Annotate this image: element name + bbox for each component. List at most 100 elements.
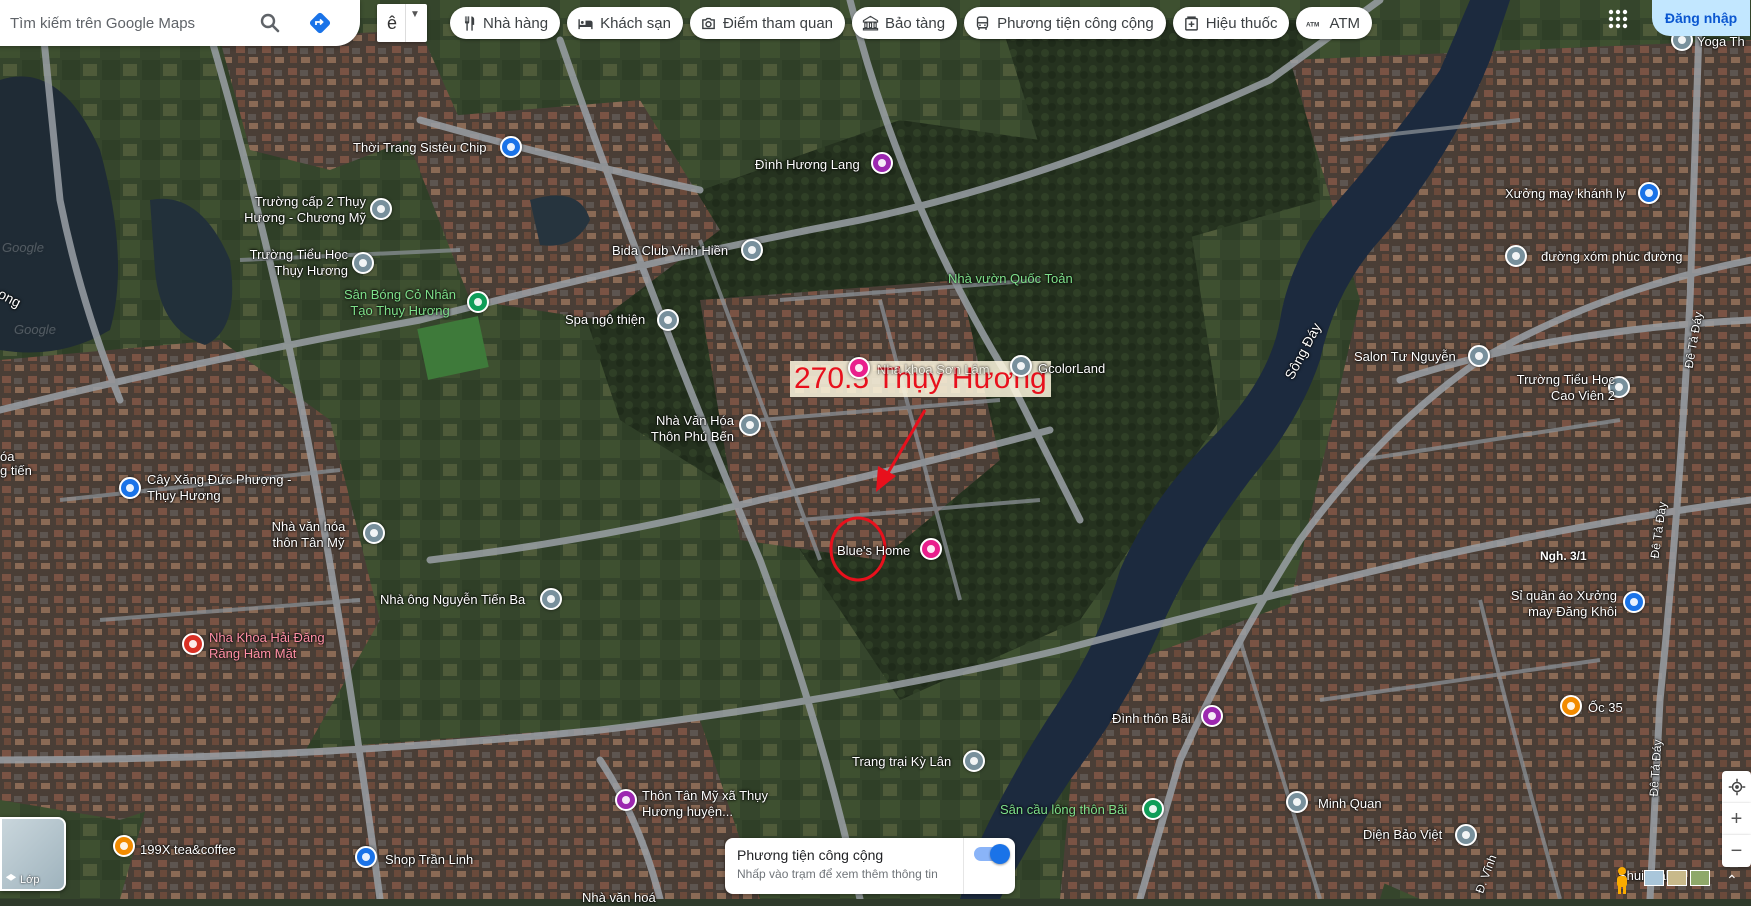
place-icon[interactable] — [1455, 824, 1477, 846]
temple-icon[interactable] — [615, 789, 637, 811]
transit-toggle[interactable] — [974, 844, 1010, 864]
chevron-down-icon[interactable]: ▼ — [410, 9, 420, 20]
svg-text:ATM: ATM — [1306, 21, 1319, 28]
coffee-icon[interactable] — [113, 835, 135, 857]
directions-icon[interactable] — [308, 11, 332, 35]
place-label[interactable]: Nhà vườn Quốc Toản — [948, 271, 1073, 287]
chip-attractions[interactable]: Điểm tham quan — [689, 7, 846, 39]
chip-restaurants[interactable]: Nhà hàng — [450, 7, 561, 39]
place-label[interactable]: đường xóm phúc đường — [1541, 249, 1682, 265]
place-label[interactable]: Trường cấp 2 Thụy Hương - Chương Mỹ — [236, 194, 366, 226]
pin-glyph — [664, 316, 672, 324]
place-icon[interactable] — [741, 239, 763, 261]
place-icon[interactable] — [1468, 345, 1490, 367]
my-location-button[interactable] — [1722, 771, 1751, 803]
place-label[interactable]: Cây Xăng Đức Phượng - Thụy Hương — [147, 472, 297, 504]
shopping-bag-icon[interactable] — [500, 136, 522, 158]
place-label[interactable]: Trường Tiểu Học Thụy Hương — [238, 247, 348, 279]
place-label[interactable]: Thời Trang Sistêu Chip — [353, 140, 487, 156]
place-label[interactable]: Shop Trần Linh — [385, 852, 473, 868]
place-icon[interactable] — [739, 414, 761, 436]
place-label[interactable]: Nha Khoa Hải Đăng Răng Hàm Mặt — [209, 630, 344, 662]
shopping-bag-icon[interactable] — [355, 846, 377, 868]
category-chips: Nhà hàng Khách sạn Điểm tham quan Bảo tà… — [450, 7, 1373, 39]
language-label: ê — [387, 12, 398, 33]
pin-glyph — [1475, 352, 1483, 360]
place-label[interactable]: Nhà ông Nguyễn Tiến Ba — [380, 592, 525, 608]
dentist-icon[interactable] — [182, 633, 204, 655]
apps-grid-icon[interactable] — [1607, 8, 1629, 30]
chip-label: Hiệu thuốc — [1205, 14, 1278, 32]
place-label[interactable]: Trang trại Kỳ Lân — [852, 754, 951, 770]
layers-button[interactable]: Lớp — [0, 817, 66, 891]
place-label[interactable]: Thôn Tân Mỹ xã Thụy Hương huyện... — [642, 788, 792, 820]
place-label[interactable]: Nha khoa Sơn Lâm — [877, 362, 990, 378]
zoom-out-button[interactable]: − — [1722, 835, 1751, 867]
school-icon[interactable] — [352, 252, 374, 274]
toggle-knob — [990, 844, 1010, 864]
pegman-icon[interactable] — [1611, 866, 1633, 896]
place-label[interactable]: 199X tea&coffee — [140, 842, 236, 858]
search-icon[interactable] — [258, 11, 282, 35]
pin-glyph — [1615, 383, 1623, 391]
place-label[interactable]: Bida Club Vinh Hiền — [612, 243, 728, 259]
chip-hotels[interactable]: Khách sạn — [567, 7, 683, 39]
place-icon[interactable] — [963, 750, 985, 772]
place-label[interactable]: GcolorLand — [1038, 361, 1105, 377]
place-label[interactable]: Sỉ quần áo Xưởng may Đăng Khôi — [1505, 588, 1617, 620]
zoom-in-button[interactable]: + — [1722, 803, 1751, 835]
thumbnail[interactable] — [1667, 870, 1687, 886]
pin-glyph — [622, 796, 630, 804]
place-icon[interactable] — [1505, 245, 1527, 267]
input-tools-button[interactable]: ê ▼ — [377, 4, 427, 42]
pin-glyph — [1678, 36, 1686, 44]
dentist-icon[interactable] — [848, 357, 870, 379]
thumbnail[interactable] — [1690, 870, 1710, 886]
place-label[interactable]: Xưởng may khánh ly — [1505, 186, 1626, 202]
place-label[interactable]: Đình Hương Lang — [755, 157, 860, 173]
place-label[interactable]: Minh Quan — [1318, 796, 1382, 812]
gas-station-icon[interactable] — [119, 477, 141, 499]
sign-in-button[interactable]: Đăng nhập — [1652, 0, 1750, 36]
chip-atm[interactable]: ATM ATM — [1296, 7, 1373, 39]
place-label[interactable]: Yoga Th — [1697, 34, 1745, 50]
hotel-icon[interactable] — [920, 538, 942, 560]
thumbnail[interactable] — [1644, 870, 1664, 886]
temple-icon[interactable] — [871, 152, 893, 174]
chevron-up-icon[interactable]: ⌃ — [1726, 872, 1738, 889]
place-icon[interactable] — [1010, 355, 1032, 377]
place-label[interactable]: Sân Bóng Cỏ Nhân Tạo Thụy Hương — [338, 287, 462, 319]
place-label[interactable]: Sân cầu lông thôn Bãi — [1000, 802, 1127, 818]
pin-glyph — [189, 640, 197, 648]
chip-label: Bảo tàng — [885, 14, 946, 32]
place-label[interactable]: Nhà Văn Hóa Thôn Phú Bến — [628, 413, 734, 445]
layers-label: Lớp — [20, 874, 40, 886]
chip-museums[interactable]: Bảo tàng — [852, 7, 958, 39]
place-label[interactable]: Salon Tư Nguyễn — [1354, 349, 1456, 365]
place-icon[interactable] — [363, 522, 385, 544]
place-label[interactable]: Nhà văn hóa thôn Tân Mỹ — [260, 519, 357, 551]
place-label[interactable]: Nhà văn hoá — [582, 890, 656, 906]
stadium-icon[interactable] — [467, 291, 489, 313]
place-icon[interactable] — [540, 588, 562, 610]
shopping-bag-icon[interactable] — [1638, 182, 1660, 204]
restaurant-icon[interactable] — [1560, 695, 1582, 717]
pin-glyph — [1512, 252, 1520, 260]
temple-icon[interactable] — [1201, 705, 1223, 727]
place-icon[interactable] — [657, 309, 679, 331]
map-canvas[interactable]: 270.5 Thụy Hương Thời Trang Sistêu Chip … — [0, 0, 1751, 905]
place-label[interactable]: Spa ngô thiện — [565, 312, 645, 328]
person-icon[interactable] — [1286, 791, 1308, 813]
chip-pharmacies[interactable]: Hiệu thuốc — [1172, 7, 1290, 39]
place-label[interactable]: Blue's Home — [837, 543, 910, 559]
shopping-bag-icon[interactable] — [1623, 591, 1645, 613]
pin-glyph — [927, 545, 935, 553]
place-label[interactable]: Trường Tiểu Học Cao Viên 2 — [1505, 372, 1615, 404]
stadium-icon[interactable] — [1142, 798, 1164, 820]
search-input[interactable] — [8, 13, 262, 33]
place-label[interactable]: Đình thôn Bãi — [1112, 711, 1191, 727]
chip-transit[interactable]: Phương tiện công cộng — [964, 7, 1166, 39]
school-icon[interactable] — [370, 198, 392, 220]
place-label[interactable]: Ốc 35 — [1588, 700, 1623, 716]
place-label[interactable]: Diện Bảo Việt — [1363, 827, 1442, 843]
